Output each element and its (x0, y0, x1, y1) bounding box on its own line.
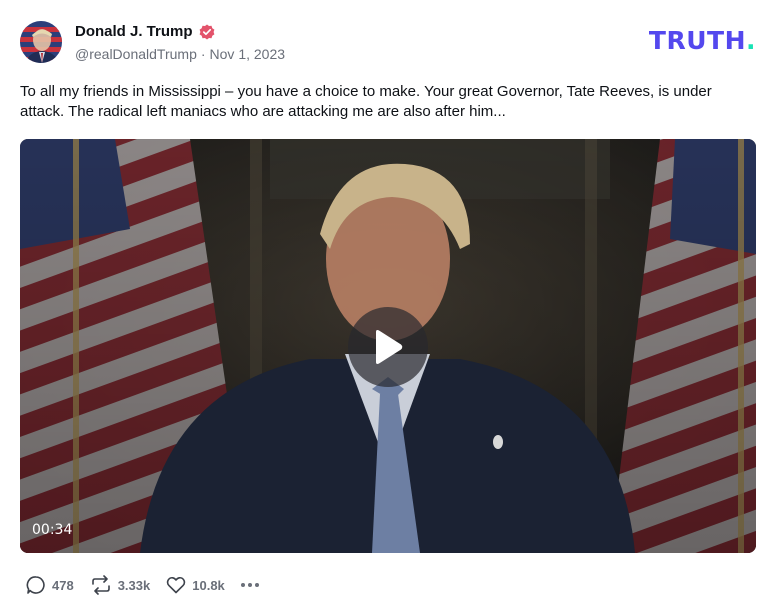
play-icon (376, 330, 403, 364)
truth-wordmark: TRUTH (648, 26, 746, 55)
author-display-name[interactable]: Donald J. Trump (75, 23, 193, 40)
video-duration: 00:34 (32, 522, 73, 538)
reply-icon (26, 576, 45, 594)
author-name-row: Donald J. Trump (75, 23, 215, 40)
like-button[interactable]: 10.8k (166, 575, 225, 595)
more-dot (254, 583, 259, 587)
verified-badge-icon (199, 24, 215, 40)
retruth-count: 3.33k (117, 577, 151, 593)
post-text: To all my friends in Mississippi – you h… (20, 83, 712, 120)
play-button[interactable] (348, 307, 428, 387)
meta-separator: · (200, 46, 206, 62)
retruth-icon (91, 575, 110, 595)
truth-logo-dot: . (746, 26, 756, 55)
heart-icon (167, 576, 186, 594)
author-handle[interactable]: @realDonaldTrump (75, 46, 197, 62)
like-count: 10.8k (192, 577, 225, 593)
post-date[interactable]: Nov 1, 2023 (210, 46, 286, 62)
avatar[interactable] (20, 21, 62, 63)
reply-button[interactable]: 478 (26, 575, 74, 595)
truth-logo[interactable]: TRUTH. (649, 28, 756, 53)
video-player[interactable]: 00:34 (20, 139, 756, 553)
more-options-icon[interactable] (240, 575, 259, 595)
truth-post: Donald J. Trump @realDonaldTrump · Nov 1… (0, 0, 777, 615)
more-dot (240, 583, 245, 587)
post-actions: 478 3.33k 10.8k (26, 575, 259, 595)
author-meta-row: @realDonaldTrump · Nov 1, 2023 (75, 46, 285, 62)
reply-count: 478 (52, 577, 74, 593)
retruth-button[interactable]: 3.33k (90, 575, 151, 595)
more-dot (247, 583, 252, 587)
